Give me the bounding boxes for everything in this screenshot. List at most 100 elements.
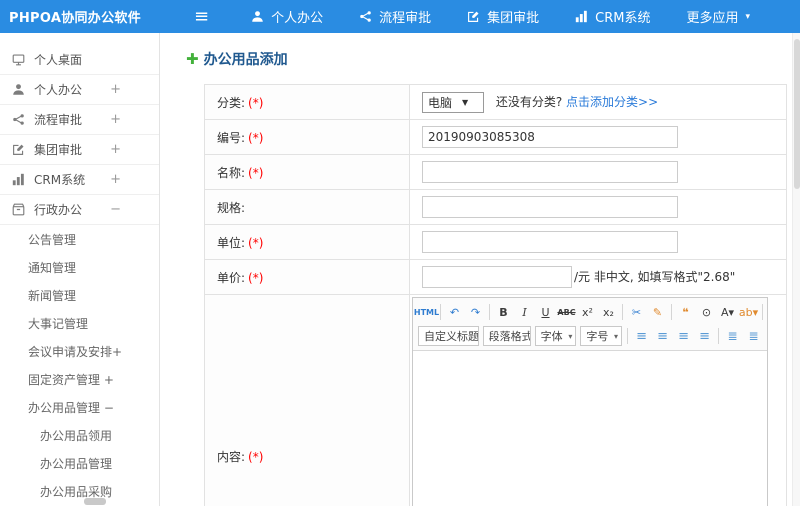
- sidebar-item-label: 办公用品采购: [40, 484, 113, 499]
- unordered-list-button[interactable]: ≣: [723, 326, 742, 346]
- price-input[interactable]: [422, 266, 572, 288]
- source-code-button[interactable]: HTML: [414, 302, 439, 322]
- sidebar-item-label: 通知管理: [28, 260, 77, 275]
- sidebar-item-personal-desktop[interactable]: 个人桌面: [0, 45, 159, 75]
- sidebar-item-supplies-claim[interactable]: 办公用品领用: [0, 421, 159, 449]
- font-size-select[interactable]: 字号 ▾: [580, 326, 623, 346]
- subscript-button[interactable]: x₂: [599, 302, 618, 322]
- italic-button[interactable]: I: [515, 302, 534, 322]
- form-row-category: 分类: (*) 电脑 ▼ 还没有分类? 点击添加分类>>: [204, 84, 787, 120]
- nav-item-more-apps[interactable]: 更多应用 ▾: [686, 7, 750, 26]
- align-justify-button[interactable]: ≡: [695, 326, 714, 346]
- box-icon: [12, 203, 25, 216]
- sidebar-scrollbar-thumb[interactable]: [84, 498, 106, 505]
- sidebar-item-label: 流程审批: [34, 113, 83, 127]
- toolbar-separator: [671, 304, 672, 320]
- align-center-button[interactable]: ≡: [653, 326, 672, 346]
- font-family-value: 字体: [540, 330, 563, 343]
- category-select[interactable]: 电脑 ▼: [422, 91, 484, 113]
- bold-button[interactable]: B: [494, 302, 513, 322]
- sidebar-item-crm[interactable]: CRM系统 +: [0, 165, 159, 195]
- align-right-button[interactable]: ≡: [674, 326, 693, 346]
- sidebar-item-admin-office[interactable]: 行政办公 −: [0, 195, 159, 225]
- field-label: 编号:: [217, 130, 246, 145]
- nav-item-label: 个人办公: [271, 11, 324, 26]
- toolbar-separator: [718, 328, 720, 344]
- sidebar: 个人桌面 个人办公 + 流程审批 + 集团审批 + CRM系统 + 行政办公 −: [0, 33, 160, 506]
- form-row-code: 编号: (*): [204, 119, 787, 155]
- nav-item-workflow-approval[interactable]: 流程审批: [359, 7, 431, 26]
- expand-indicator[interactable]: +: [110, 82, 121, 97]
- paragraph-format-value: 段落格式: [488, 330, 531, 343]
- nav-item-label: CRM系统: [595, 11, 651, 26]
- redo-button[interactable]: ↷: [466, 302, 485, 322]
- vertical-scrollbar-thumb[interactable]: [794, 39, 800, 189]
- flow-icon: [12, 113, 25, 126]
- nav-item-group-approval[interactable]: 集团审批: [467, 7, 539, 26]
- unit-input[interactable]: [422, 231, 678, 253]
- app-logo: PHPOA协同办公软件: [9, 11, 141, 26]
- nav-item-crm[interactable]: CRM系统: [575, 7, 650, 26]
- toolbar-separator: [489, 304, 490, 320]
- align-left-button[interactable]: ≡: [632, 326, 651, 346]
- sidebar-item-office-supplies-mgmt[interactable]: 办公用品管理 −: [0, 393, 159, 421]
- sidebar-item-personal-office[interactable]: 个人办公 +: [0, 75, 159, 105]
- sidebar-item-notice-mgmt[interactable]: 通知管理: [0, 253, 159, 281]
- sidebar-item-label: 办公用品管理 −: [28, 400, 114, 415]
- caret-down-icon: ▼: [462, 97, 469, 107]
- name-input[interactable]: [422, 161, 678, 183]
- toolbar-separator: [440, 304, 441, 320]
- sidebar-item-supplies-purchase[interactable]: 办公用品采购: [0, 477, 159, 505]
- main-menu: 个人办公 流程审批 集团审批 CRM系统 更多应用 ▾: [251, 7, 786, 26]
- add-category-link[interactable]: 点击添加分类>>: [566, 95, 658, 109]
- cut-button[interactable]: ✂: [627, 302, 646, 322]
- form-row-content: 内容: (*) HTML ↶ ↷ B I U ABC x² x₂ ✂ ✎ ❝ ⊙…: [204, 294, 787, 506]
- page-title: ✚ 办公用品添加: [186, 49, 800, 69]
- sidebar-item-news-mgmt[interactable]: 新闻管理: [0, 281, 159, 309]
- sidebar-item-fixed-assets-mgmt[interactable]: 固定资产管理 +: [0, 365, 159, 393]
- sidebar-item-workflow-approval[interactable]: 流程审批 +: [0, 105, 159, 135]
- paragraph-format-select[interactable]: 段落格式▾: [482, 326, 531, 346]
- collapse-indicator[interactable]: −: [110, 202, 121, 217]
- sidebar-item-label: 集团审批: [34, 143, 83, 157]
- caret-down-icon: ▾: [614, 331, 619, 341]
- blockquote-button[interactable]: ❝: [676, 302, 695, 322]
- person-icon: [251, 10, 264, 23]
- form-row-unit: 单位: (*): [204, 224, 787, 260]
- menu-toggle-icon[interactable]: ≡: [194, 7, 209, 26]
- category-selected-value: 电脑: [428, 95, 453, 110]
- sidebar-item-announcement-mgmt[interactable]: 公告管理: [0, 225, 159, 253]
- field-label: 分类:: [217, 95, 246, 110]
- underline-button[interactable]: U: [536, 302, 555, 322]
- heading-select[interactable]: 自定义标题▾: [418, 326, 479, 346]
- sidebar-item-meeting-request[interactable]: 会议申请及安排+: [0, 337, 159, 365]
- ordered-list-button[interactable]: ≣: [744, 326, 763, 346]
- editor-content-area[interactable]: [413, 351, 767, 506]
- undo-button[interactable]: ↶: [445, 302, 464, 322]
- sidebar-item-label: 大事记管理: [28, 316, 89, 331]
- required-mark: (*): [248, 450, 264, 464]
- sidebar-item-supplies-manage[interactable]: 办公用品管理: [0, 449, 159, 477]
- unit-label-cell: 单位: (*): [204, 224, 410, 260]
- font-color-button[interactable]: A▾: [718, 302, 737, 322]
- format-brush-button[interactable]: ✎: [648, 302, 667, 322]
- expand-indicator[interactable]: +: [110, 172, 121, 187]
- expand-indicator[interactable]: +: [110, 142, 121, 157]
- expand-indicator[interactable]: +: [110, 112, 121, 127]
- nav-item-personal-office[interactable]: 个人办公: [251, 7, 323, 26]
- insert-time-button[interactable]: ⊙: [697, 302, 716, 322]
- sidebar-item-label: 办公用品领用: [40, 428, 113, 443]
- sidebar-item-group-approval[interactable]: 集团审批 +: [0, 135, 159, 165]
- sidebar-item-memorabilia-mgmt[interactable]: 大事记管理: [0, 309, 159, 337]
- strikethrough-button[interactable]: ABC: [557, 302, 576, 322]
- supply-add-form: 分类: (*) 电脑 ▼ 还没有分类? 点击添加分类>> 编号: (*) 201…: [204, 84, 787, 506]
- category-label-cell: 分类: (*): [204, 84, 410, 120]
- font-family-select[interactable]: 字体 ▾: [534, 326, 577, 346]
- spec-input[interactable]: [422, 196, 678, 218]
- code-label-cell: 编号: (*): [204, 119, 410, 155]
- code-input[interactable]: [422, 126, 678, 148]
- superscript-button[interactable]: x²: [578, 302, 597, 322]
- highlight-color-button[interactable]: ab▾: [739, 302, 758, 322]
- editor-toolbar-row1: HTML ↶ ↷ B I U ABC x² x₂ ✂ ✎ ❝ ⊙ A▾ ab▾: [414, 300, 764, 324]
- vertical-scrollbar[interactable]: [792, 33, 800, 506]
